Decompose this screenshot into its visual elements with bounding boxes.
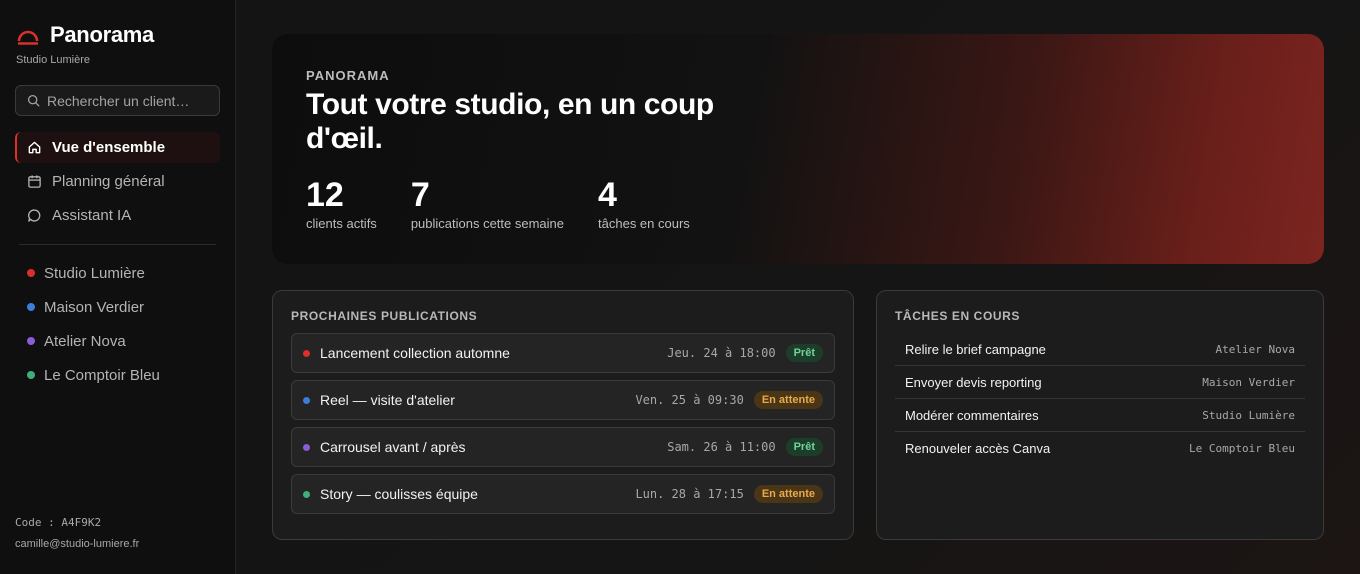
main-content: PANORAMA Tout votre studio, en un coup d… bbox=[237, 0, 1360, 574]
nav-item-planning[interactable]: Planning général bbox=[15, 166, 220, 197]
client-name: Studio Lumière bbox=[44, 264, 145, 282]
search-icon bbox=[27, 94, 40, 107]
publication-date: Sam. 26 à 11:00 bbox=[667, 440, 776, 454]
hero-eyebrow: PANORAMA bbox=[306, 68, 390, 83]
stat-value: 12 bbox=[306, 176, 344, 214]
stat-open-tasks: 4 tâches en cours bbox=[598, 176, 690, 231]
publication-list: Lancement collection automne Jeu. 24 à 1… bbox=[291, 333, 835, 521]
publication-title: Carrousel avant / après bbox=[320, 439, 466, 455]
hero-title: Tout votre studio, en un coup d'œil. bbox=[306, 88, 714, 155]
access-code: Code : A4F9K2 bbox=[15, 516, 102, 529]
client-color-dot bbox=[303, 396, 310, 404]
task-client: Le Comptoir Bleu bbox=[1189, 442, 1295, 455]
card-title: PROCHAINES PUBLICATIONS bbox=[291, 309, 478, 323]
stat-value: 7 bbox=[410, 176, 430, 214]
status-badge: En attente bbox=[753, 485, 823, 503]
publication-title: Story — coulisses équipe bbox=[320, 486, 478, 502]
task-client: Atelier Nova bbox=[1215, 342, 1295, 356]
status-badge: Prêt bbox=[785, 344, 823, 362]
nav-item-label: Vue d'ensemble bbox=[52, 139, 166, 156]
publication-row[interactable]: Lancement collection automne Jeu. 24 à 1… bbox=[291, 333, 835, 373]
publication-row[interactable]: Story — coulisses équipe Lun. 28 à 17:15… bbox=[291, 474, 835, 514]
search-input[interactable]: Rechercher un client… bbox=[15, 85, 220, 116]
task-list: Relire le brief campagne Atelier Nova En… bbox=[895, 333, 1305, 465]
client-color-dot bbox=[27, 269, 35, 277]
task-title: Relire le brief campagne bbox=[905, 341, 1046, 357]
publication-row[interactable]: Reel — visite d'atelier Ven. 25 à 09:30 … bbox=[291, 380, 835, 420]
publication-title: Lancement collection automne bbox=[320, 345, 510, 361]
chat-icon bbox=[28, 209, 41, 222]
client-name: Atelier Nova bbox=[44, 332, 126, 350]
stat-value: 4 bbox=[598, 176, 617, 214]
client-color-dot bbox=[27, 371, 35, 379]
task-title: Renouveler accès Canva bbox=[905, 441, 1051, 456]
stat-active-clients: 12 clients actifs bbox=[306, 176, 377, 231]
client-color-dot bbox=[27, 337, 35, 345]
user-email: camille@studio-lumiere.fr bbox=[15, 538, 140, 550]
stat-label: tâches en cours bbox=[598, 216, 690, 231]
sidebar: Panorama Studio Lumière Rechercher un cl… bbox=[0, 0, 236, 574]
publication-title: Reel — visite d'atelier bbox=[320, 392, 455, 408]
task-title: Envoyer devis reporting bbox=[905, 374, 1042, 390]
client-color-dot bbox=[303, 490, 310, 498]
calendar-icon bbox=[28, 175, 41, 188]
hero-stats: 12 clients actifs 7 publications cette s… bbox=[306, 176, 724, 231]
publication-date: Ven. 25 à 09:30 bbox=[635, 393, 744, 407]
status-badge: Prêt bbox=[785, 438, 823, 456]
brand[interactable]: Panorama bbox=[16, 22, 154, 48]
client-item-studio-lumiere[interactable]: Studio Lumière bbox=[15, 256, 220, 290]
stat-weekly-publications: 7 publications cette semaine bbox=[411, 176, 564, 231]
task-client: Studio Lumière bbox=[1202, 408, 1295, 422]
client-item-maison-verdier[interactable]: Maison Verdier bbox=[15, 290, 220, 324]
panorama-logo-icon bbox=[17, 30, 39, 45]
open-tasks-card: TÂCHES EN COURS Relire le brief campagne… bbox=[876, 290, 1324, 540]
status-badge: En attente bbox=[753, 391, 823, 409]
task-row[interactable]: Renouveler accès Canva Le Comptoir Bleu bbox=[895, 432, 1305, 465]
client-item-atelier-nova[interactable]: Atelier Nova bbox=[15, 324, 220, 358]
main-nav: Vue d'ensemble Planning général Assistan… bbox=[15, 132, 220, 234]
home-icon bbox=[28, 141, 41, 154]
stat-label: clients actifs bbox=[306, 216, 377, 231]
client-name: Le Comptoir Bleu bbox=[44, 366, 160, 384]
search-placeholder: Rechercher un client… bbox=[47, 92, 190, 109]
card-title: TÂCHES EN COURS bbox=[895, 309, 1021, 323]
task-row[interactable]: Relire le brief campagne Atelier Nova bbox=[895, 333, 1305, 366]
task-row[interactable]: Modérer commentaires Studio Lumière bbox=[895, 399, 1305, 432]
publication-date: Lun. 28 à 17:15 bbox=[635, 487, 744, 501]
nav-item-assistant[interactable]: Assistant IA bbox=[15, 200, 220, 231]
stat-label: publications cette semaine bbox=[410, 216, 565, 231]
client-item-le-comptoir-bleu[interactable]: Le Comptoir Bleu bbox=[15, 358, 220, 392]
client-color-dot bbox=[303, 443, 310, 451]
task-row[interactable]: Envoyer devis reporting Maison Verdier bbox=[895, 366, 1305, 399]
publication-date: Jeu. 24 à 18:00 bbox=[667, 346, 776, 360]
client-list: Studio Lumière Maison Verdier Atelier No… bbox=[15, 256, 220, 392]
task-title: Modérer commentaires bbox=[905, 407, 1039, 423]
hero-banner: PANORAMA Tout votre studio, en un coup d… bbox=[272, 34, 1324, 264]
client-color-dot bbox=[303, 349, 310, 357]
publication-row[interactable]: Carrousel avant / après Sam. 26 à 11:00 … bbox=[291, 427, 835, 467]
client-name: Maison Verdier bbox=[44, 298, 145, 316]
nav-item-label: Assistant IA bbox=[52, 207, 132, 224]
nav-item-overview[interactable]: Vue d'ensemble bbox=[15, 132, 220, 163]
sidebar-divider bbox=[19, 244, 216, 245]
upcoming-publications-card: PROCHAINES PUBLICATIONS Lancement collec… bbox=[272, 290, 854, 540]
task-client: Maison Verdier bbox=[1202, 375, 1295, 389]
brand-name: Panorama bbox=[50, 22, 154, 47]
nav-item-label: Planning général bbox=[52, 173, 165, 190]
brand-subtitle: Studio Lumière bbox=[16, 54, 90, 66]
client-color-dot bbox=[27, 303, 35, 311]
